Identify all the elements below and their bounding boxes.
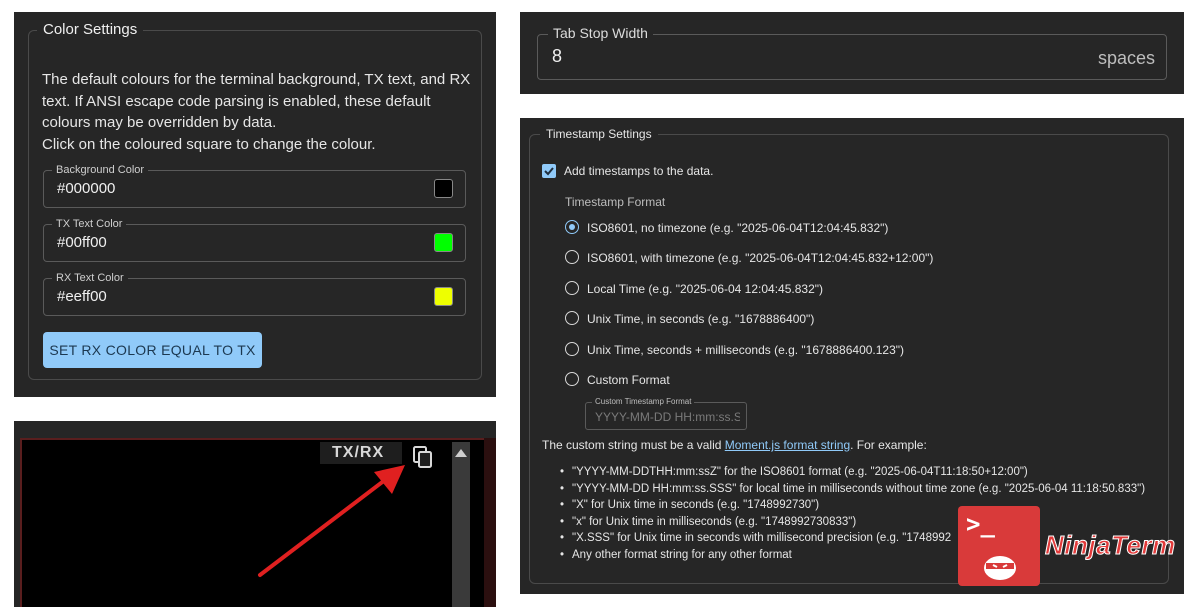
- checkmark-icon: [544, 167, 554, 176]
- rx-text-color-label: RX Text Color: [52, 271, 128, 285]
- radio-label: Unix Time, seconds + milliseconds (e.g. …: [587, 343, 905, 357]
- list-item: "YYYY-MM-DDTHH:mm:ssZ" for the ISO8601 f…: [560, 464, 1145, 481]
- add-timestamps-label[interactable]: Add timestamps to the data.: [564, 164, 713, 178]
- radio-label: Custom Format: [587, 373, 670, 387]
- radio-icon[interactable]: [565, 281, 579, 295]
- tab-stop-width-label: Tab Stop Width: [548, 25, 653, 41]
- tx-text-color-label: TX Text Color: [52, 217, 127, 231]
- tx-text-color-swatch[interactable]: [434, 233, 453, 252]
- description-line: text. If ANSI escape code parsing is ena…: [42, 92, 431, 110]
- radio-icon[interactable]: [565, 311, 579, 325]
- radio-icon[interactable]: [565, 250, 579, 264]
- custom-format-description: The custom string must be a valid Moment…: [542, 438, 927, 452]
- tab-stop-panel: Tab Stop Width 8 spaces: [520, 12, 1184, 94]
- background-color-value[interactable]: #000000: [57, 180, 115, 197]
- color-settings-description: The default colours for the terminal bac…: [42, 69, 472, 155]
- add-timestamps-checkbox[interactable]: [542, 164, 556, 178]
- color-settings-title: Color Settings: [37, 21, 144, 39]
- tab-stop-width-field[interactable]: Tab Stop Width 8 spaces: [537, 25, 1167, 80]
- red-arrow-annotation: [258, 465, 405, 577]
- ninjaterm-logo-icon: >_: [958, 506, 1040, 586]
- timestamp-settings-title: Timestamp Settings: [540, 125, 658, 143]
- list-item: "X" for Unix time in seconds (e.g. "1748…: [560, 497, 1145, 514]
- momentjs-format-link[interactable]: Moment.js format string: [725, 438, 850, 452]
- radio-label: Local Time (e.g. "2025-06-04 12:04:45.83…: [587, 282, 824, 296]
- tab-stop-width-suffix: spaces: [1097, 48, 1155, 68]
- timestamp-settings-panel: Timestamp Settings Add timestamps to the…: [520, 118, 1184, 594]
- description-line: colours may be overridden by data.: [42, 114, 277, 131]
- custom-timestamp-format-input[interactable]: YYYY-MM-DD HH:mm:ss.SSS: [595, 410, 740, 424]
- terminal-border: [484, 438, 496, 607]
- background-color-field[interactable]: Background Color #000000: [43, 163, 466, 208]
- radio-icon[interactable]: [565, 372, 579, 386]
- scroll-up-arrow-icon[interactable]: [455, 449, 467, 457]
- list-item: "x" for Unix time in milliseconds (e.g. …: [560, 514, 1145, 531]
- tx-text-color-field[interactable]: TX Text Color #00ff00: [43, 217, 466, 262]
- rx-text-color-field[interactable]: RX Text Color #eeff00: [43, 271, 466, 316]
- custom-desc-suffix: . For example:: [850, 438, 927, 452]
- color-settings-panel: Color Settings The default colours for t…: [14, 12, 496, 397]
- ninjaterm-logo-text: NinjaTerm: [1045, 530, 1176, 561]
- custom-timestamp-format-field[interactable]: Custom Timestamp Format YYYY-MM-DD HH:mm…: [585, 397, 747, 430]
- background-color-label: Background Color: [52, 163, 149, 177]
- ninja-icon: [984, 556, 1016, 580]
- tab-stop-width-input[interactable]: 8: [552, 46, 562, 67]
- radio-label: ISO8601, with timezone (e.g. "2025-06-04…: [587, 251, 934, 265]
- terminal-prompt-glyph: >_: [966, 510, 995, 538]
- background-color-swatch[interactable]: [434, 179, 453, 198]
- radio-icon[interactable]: [565, 342, 579, 356]
- rx-text-color-value[interactable]: #eeff00: [57, 288, 107, 305]
- list-item: "YYYY-MM-DD HH:mm:ss.SSS" for local time…: [560, 481, 1145, 498]
- description-line: Click on the coloured square to change t…: [42, 135, 376, 153]
- custom-timestamp-format-label: Custom Timestamp Format: [592, 397, 695, 407]
- terminal-scrollbar[interactable]: [452, 442, 470, 607]
- rx-text-color-swatch[interactable]: [434, 287, 453, 306]
- radio-label: ISO8601, no timezone (e.g. "2025-06-04T1…: [587, 221, 889, 235]
- description-line: The default colours for the terminal bac…: [42, 71, 471, 88]
- custom-desc-prefix: The custom string must be a valid: [542, 438, 725, 452]
- tx-text-color-value[interactable]: #00ff00: [57, 234, 107, 251]
- radio-label: Unix Time, in seconds (e.g. "1678886400"…: [587, 312, 815, 326]
- set-rx-color-equal-to-tx-button[interactable]: SET RX COLOR EQUAL TO TX: [43, 332, 262, 368]
- timestamp-format-heading: Timestamp Format: [565, 195, 666, 209]
- radio-selected-icon[interactable]: [565, 220, 579, 234]
- copy-icon[interactable]: [411, 445, 435, 469]
